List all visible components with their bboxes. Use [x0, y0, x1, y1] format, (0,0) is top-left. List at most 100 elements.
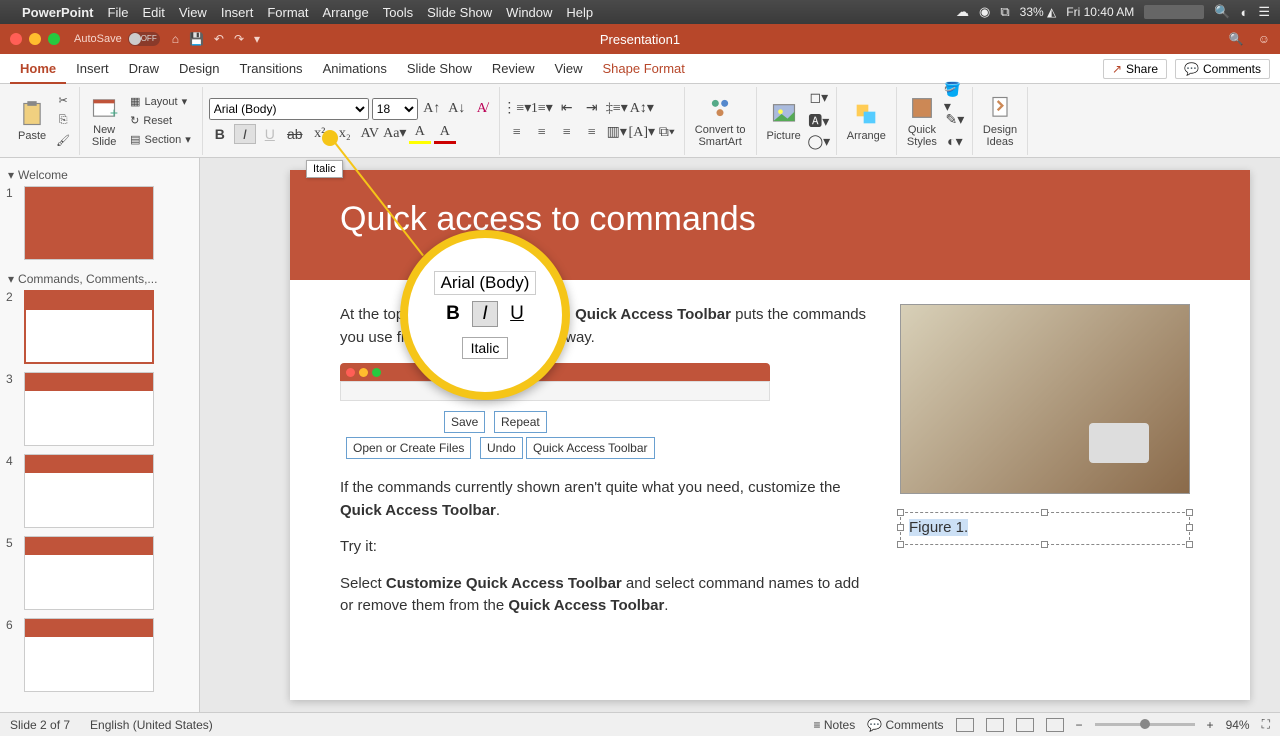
increase-indent-button[interactable]: ⇥ [581, 99, 603, 119]
slide-thumb-6[interactable] [24, 618, 154, 692]
new-slide-button[interactable]: + New Slide [86, 92, 122, 150]
slide-thumb-3[interactable] [24, 372, 154, 446]
menu-view[interactable]: View [179, 5, 207, 20]
notifications-icon[interactable]: ☰ [1258, 4, 1270, 20]
tab-design[interactable]: Design [169, 54, 229, 84]
shapes-button[interactable]: ◻▾ [808, 89, 830, 109]
align-text-button[interactable]: [A]▾ [631, 123, 653, 143]
layout-button[interactable]: ▦ Layout ▾ [125, 93, 196, 110]
reading-view-button[interactable] [1016, 718, 1034, 732]
menu-edit[interactable]: Edit [142, 5, 164, 20]
quick-styles-button[interactable]: Quick Styles [903, 92, 941, 150]
comments-button[interactable]: 💬Comments [1175, 59, 1270, 79]
reset-button[interactable]: ↻ Reset [125, 112, 196, 129]
char-spacing-button[interactable]: AV [359, 124, 381, 144]
copy-button[interactable]: ⎘ [53, 112, 73, 130]
qat-redo-icon[interactable]: ↷ [234, 32, 244, 46]
siri-icon[interactable]: ◐ [1240, 5, 1248, 20]
bold-button[interactable]: B [209, 124, 231, 144]
zoom-out-button[interactable]: − [1076, 718, 1083, 732]
cut-button[interactable]: ✂ [53, 92, 73, 110]
cloud-icon[interactable]: ☁ [956, 4, 969, 20]
slide-thumb-5[interactable] [24, 536, 154, 610]
maximize-window-button[interactable] [48, 33, 60, 45]
tab-insert[interactable]: Insert [66, 54, 119, 84]
zoom-in-button[interactable]: + [1207, 718, 1214, 732]
tab-shape-format[interactable]: Shape Format [593, 54, 695, 84]
qat-dropdown-icon[interactable]: ▾ [254, 32, 260, 46]
tab-home[interactable]: Home [10, 54, 66, 84]
paste-button[interactable]: Paste [14, 98, 50, 144]
tab-transitions[interactable]: Transitions [229, 54, 312, 84]
italic-button[interactable]: I [234, 124, 256, 144]
zoom-level[interactable]: 94% [1226, 718, 1250, 732]
autosave-toggle[interactable]: AutoSave OFF [74, 32, 160, 46]
share-button[interactable]: ↗Share [1103, 59, 1167, 79]
notes-button[interactable]: ≡ Notes [814, 718, 856, 732]
tab-animations[interactable]: Animations [313, 54, 397, 84]
font-name-select[interactable]: Arial (Body) [209, 98, 369, 120]
slide-photo[interactable] [900, 304, 1190, 494]
user-name[interactable] [1144, 5, 1204, 19]
menu-help[interactable]: Help [566, 5, 593, 20]
menu-window[interactable]: Window [506, 5, 552, 20]
numbering-button[interactable]: 1≡▾ [531, 99, 553, 119]
slide-p4[interactable]: Select Customize Quick Access Toolbar an… [340, 573, 870, 618]
normal-view-button[interactable] [956, 718, 974, 732]
qat-home-icon[interactable]: ⌂ [172, 32, 179, 46]
underline-button[interactable]: U [259, 124, 281, 144]
slideshow-view-button[interactable] [1046, 718, 1064, 732]
menu-arrange[interactable]: Arrange [323, 5, 369, 20]
increase-font-button[interactable]: A↑ [421, 99, 443, 119]
section-button[interactable]: ▤ Section ▾ [125, 131, 196, 148]
comments-button[interactable]: 💬 Comments [867, 718, 943, 732]
menu-format[interactable]: Format [267, 5, 308, 20]
slide-thumb-1[interactable] [24, 186, 154, 260]
align-center-button[interactable]: ≡ [531, 123, 553, 143]
decrease-font-button[interactable]: A↓ [446, 99, 468, 119]
section-commands[interactable]: ▾ Commands, Comments,... [6, 268, 193, 290]
slide-p3[interactable]: Try it: [340, 536, 870, 559]
strikethrough-button[interactable]: ab [284, 124, 306, 144]
shape-fill-button[interactable]: 🪣▾ [944, 89, 966, 109]
columns-button[interactable]: ▥▾ [606, 123, 628, 143]
tab-slideshow[interactable]: Slide Show [397, 54, 482, 84]
wifi-icon[interactable]: ⧉ [1000, 4, 1009, 20]
align-left-button[interactable]: ≡ [506, 123, 528, 143]
decrease-indent-button[interactable]: ⇤ [556, 99, 578, 119]
sorter-view-button[interactable] [986, 718, 1004, 732]
highlight-button[interactable]: A [409, 124, 431, 144]
account-icon[interactable]: ☺ [1258, 32, 1270, 46]
clock[interactable]: Fri 10:40 AM [1066, 5, 1134, 19]
section-welcome[interactable]: ▾ Welcome [6, 164, 193, 186]
shape-outline-button[interactable]: ✎▾ [944, 111, 966, 131]
slide-canvas[interactable]: Quick access to commands At the top Quic… [200, 158, 1280, 712]
caption-text-box[interactable]: Figure 1. [900, 512, 1190, 545]
font-color-button[interactable]: A [434, 124, 456, 144]
battery-status[interactable]: 33% ◭ [1020, 5, 1057, 19]
justify-button[interactable]: ≡ [581, 123, 603, 143]
qat-undo-icon[interactable]: ↶ [214, 32, 224, 46]
minimize-window-button[interactable] [29, 33, 41, 45]
text-box-button[interactable]: 🅰▾ [808, 111, 830, 131]
slide-p2[interactable]: If the commands currently shown aren't q… [340, 477, 870, 522]
shape-effects-button[interactable]: ◐▾ [944, 133, 966, 153]
menu-tools[interactable]: Tools [383, 5, 413, 20]
font-size-select[interactable]: 18 [372, 98, 418, 120]
fit-button[interactable]: ⛶ [1262, 717, 1270, 732]
zoom-slider[interactable] [1095, 723, 1195, 726]
align-right-button[interactable]: ≡ [556, 123, 578, 143]
arrange-button[interactable]: Arrange [843, 98, 890, 144]
qat-save-icon[interactable]: 💾 [189, 32, 204, 46]
tab-draw[interactable]: Draw [119, 54, 169, 84]
search-icon[interactable]: 🔍 [1229, 32, 1244, 46]
line-spacing-button[interactable]: ‡≡▾ [606, 99, 628, 119]
convert-smartart-button[interactable]: Convert to SmartArt [691, 92, 750, 150]
text-direction-button[interactable]: A↕▾ [631, 99, 653, 119]
shapes-gallery-button[interactable]: ◯▾ [808, 133, 830, 153]
close-window-button[interactable] [10, 33, 22, 45]
smartart-convert-button[interactable]: ⧉▾ [656, 123, 678, 143]
slide-thumb-2[interactable] [24, 290, 154, 364]
clear-format-button[interactable]: A̸ [471, 99, 493, 119]
wifi-icon[interactable]: ◉ [979, 4, 990, 20]
